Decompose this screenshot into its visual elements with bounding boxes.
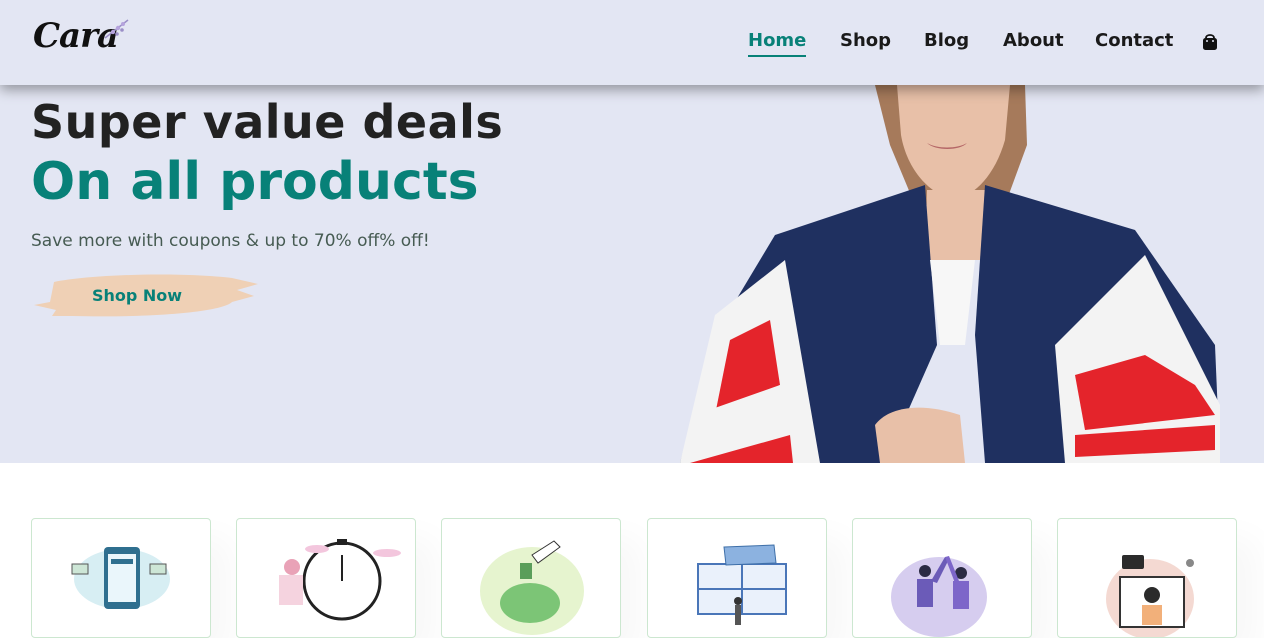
support-illustration: [1106, 555, 1194, 637]
feature-card-happy-sell[interactable]: [852, 518, 1032, 638]
fast-delivery-illustration: [279, 539, 401, 621]
site-header: Cara Home Shop Blog About Contact: [0, 0, 1264, 85]
nav-shop[interactable]: Shop: [840, 30, 891, 51]
save-money-illustration: [480, 540, 584, 635]
hero-model-image: [675, 85, 1235, 463]
shop-now-label: Shop Now: [91, 286, 183, 305]
nav-blog[interactable]: Blog: [924, 30, 969, 51]
promotions-illustration: [697, 544, 787, 625]
feature-card-payment[interactable]: [31, 518, 211, 638]
logo[interactable]: Cara: [33, 16, 133, 64]
online-payment-illustration: [71, 547, 170, 609]
nav-contact[interactable]: Contact: [1095, 30, 1173, 51]
feature-card-delivery[interactable]: [236, 518, 416, 638]
feature-card-save-money[interactable]: [441, 518, 621, 638]
nav-home[interactable]: Home: [748, 30, 807, 57]
hero-title: Super value deals: [31, 95, 504, 149]
shopping-bag-icon[interactable]: [1202, 33, 1218, 51]
lavender-sprig-icon: [104, 19, 129, 39]
happy-sell-illustration: [891, 556, 987, 637]
hero-subtitle: Save more with coupons & up to 70% off% …: [31, 231, 430, 251]
features-section: [0, 463, 1264, 638]
hero-highlight-title: On all products: [31, 152, 479, 212]
feature-card-support[interactable]: [1057, 518, 1237, 638]
feature-card-promotions[interactable]: [647, 518, 827, 638]
shop-now-button[interactable]: Shop Now: [32, 272, 260, 320]
nav-about[interactable]: About: [1003, 30, 1064, 51]
